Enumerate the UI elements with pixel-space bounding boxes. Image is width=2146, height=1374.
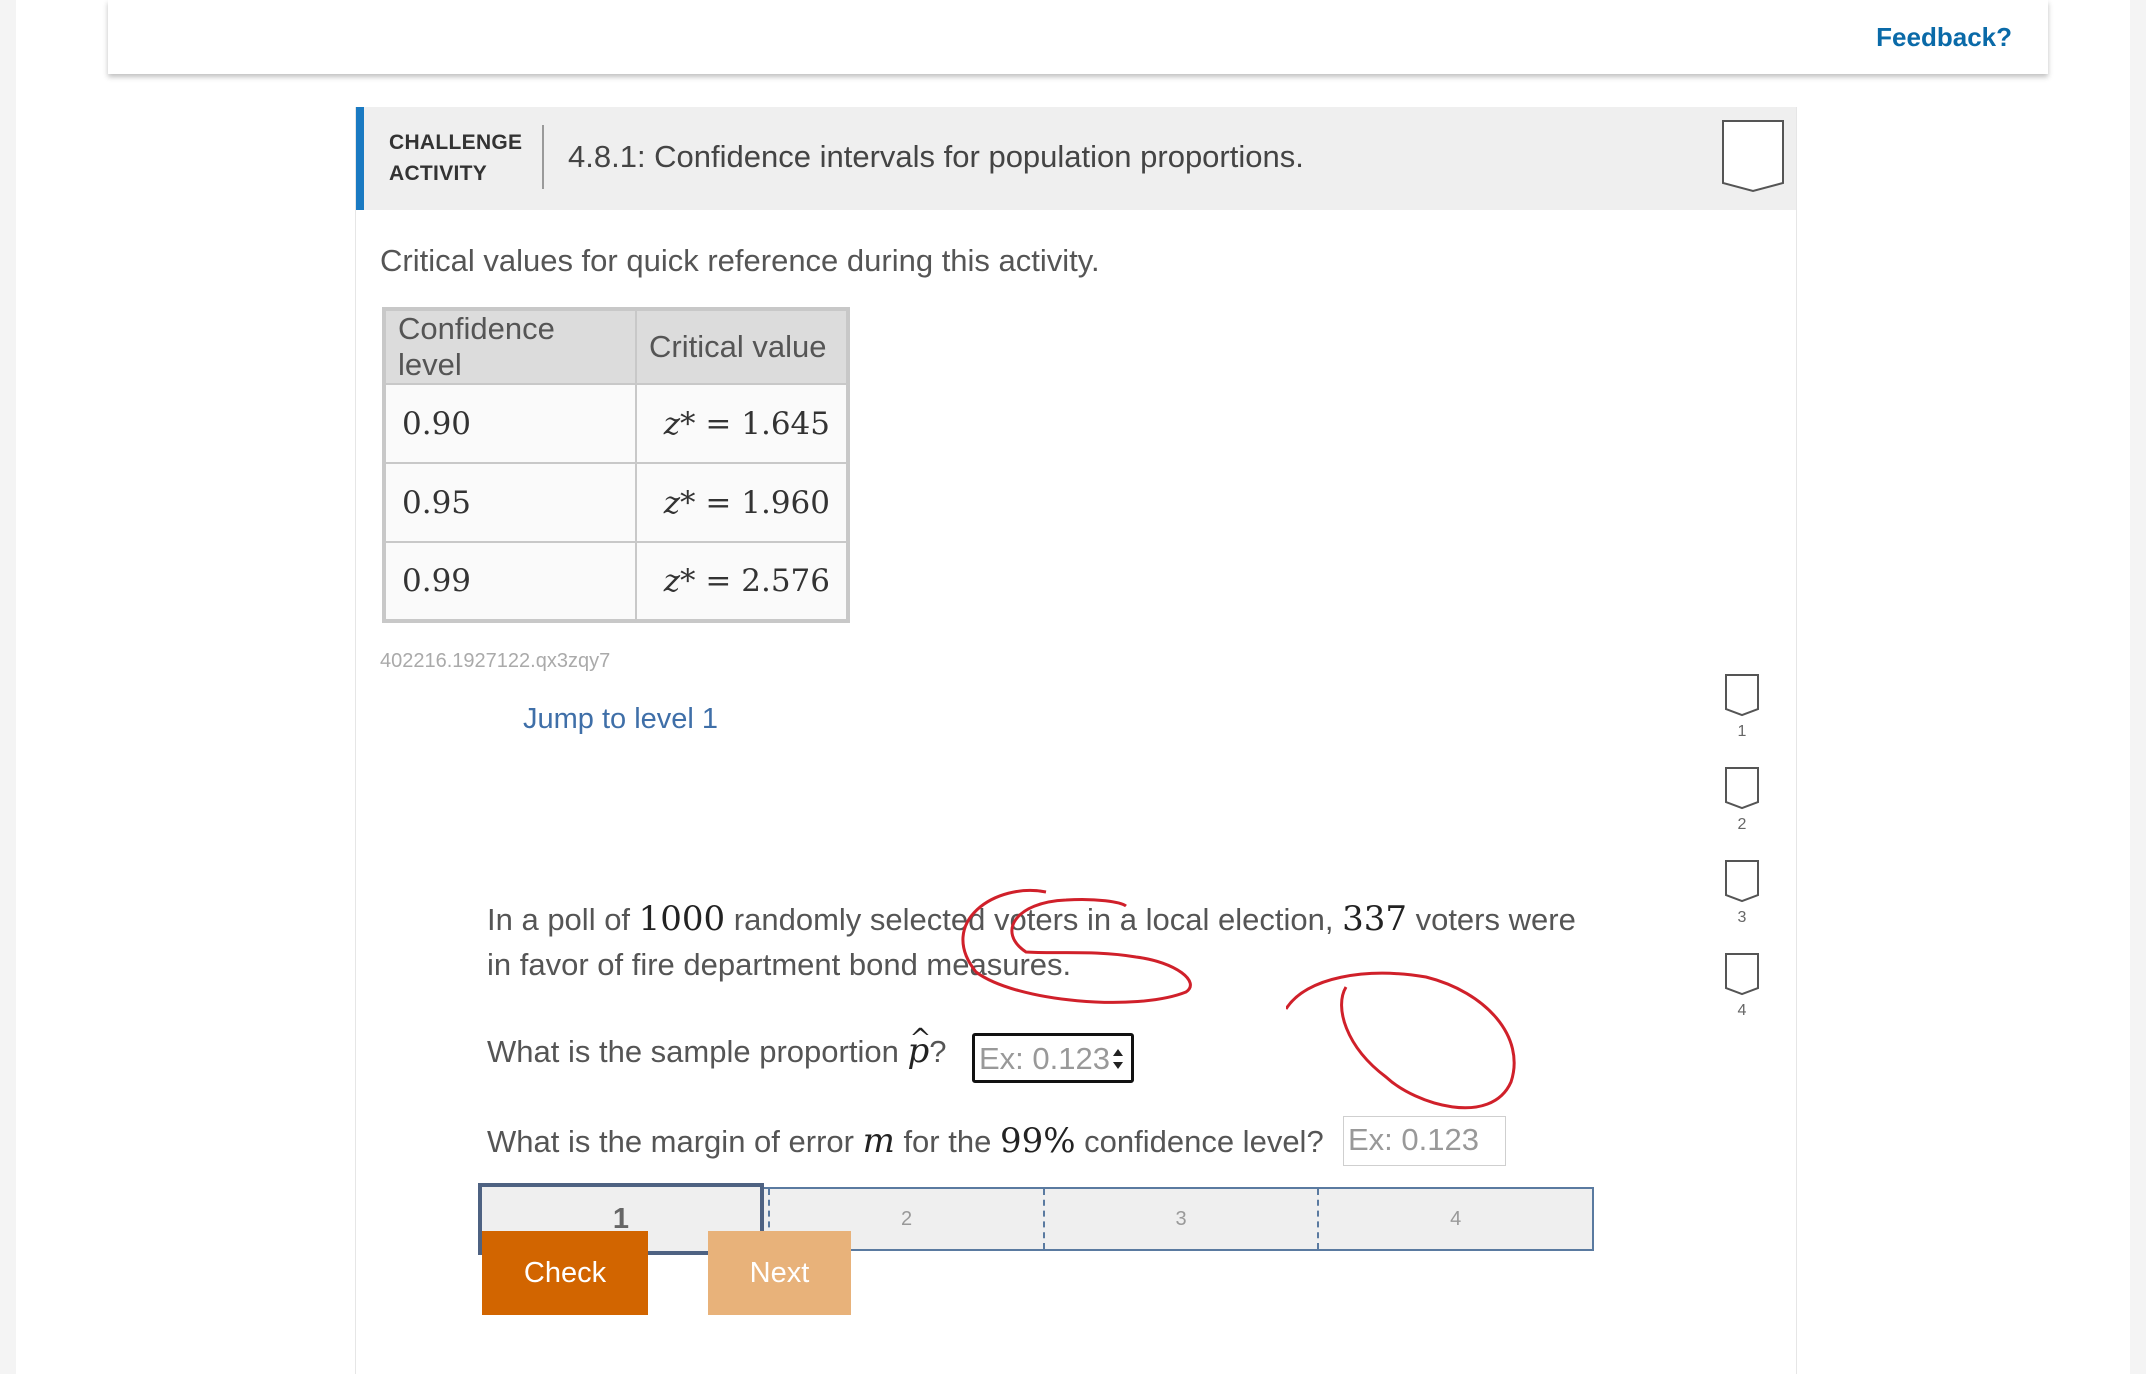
voter-count: 1000 [638, 899, 726, 939]
header-divider [542, 125, 544, 189]
step-indicator: 1 [1717, 673, 1767, 766]
step-indicator: 3 [1717, 859, 1767, 952]
z-star-symbol: z* [663, 405, 696, 442]
critical-value: 2.576 [741, 563, 830, 599]
number-spinner-icon[interactable] [1111, 1045, 1125, 1073]
confidence-level-cell: 0.90 [383, 383, 637, 464]
step-indicator: 2 [1717, 766, 1767, 859]
step-number: 3 [1737, 909, 1747, 926]
activity-type-line2: ACTIVITY [389, 162, 488, 185]
step-number: 2 [1737, 816, 1747, 833]
level-segment-4[interactable]: 4 [1317, 1189, 1592, 1249]
table-header-confidence: Confidence level [383, 308, 637, 385]
confidence-level-cell: 0.95 [383, 462, 637, 543]
z-star-symbol: z* [663, 563, 696, 599]
critical-value: 1.645 [741, 405, 830, 442]
step-badge-icon [1725, 953, 1759, 996]
step-indicator: 4 [1717, 952, 1767, 1045]
feedback-link[interactable]: Feedback? [1876, 22, 2012, 53]
sample-proportion-question: What is the sample proportion ^ p? [487, 1024, 947, 1074]
hat-accent: ^ [909, 1024, 932, 1054]
question-text-part: In a poll of [487, 902, 639, 937]
equals-sign: = [705, 405, 732, 442]
confidence-level-cell: 0.99 [383, 541, 637, 622]
table-row: 0.99 z* = 2.576 [383, 541, 849, 622]
completion-badge-icon [1722, 120, 1784, 193]
step-indicator-list: 1 2 3 4 [1717, 673, 1767, 1045]
intro-text: Critical values for quick reference duri… [380, 243, 1100, 278]
activity-type-line1: CHALLENGE [389, 131, 523, 154]
question-text-part: What is the sample proportion [487, 1034, 908, 1069]
input-placeholder: Ex: 0.123 [979, 1041, 1110, 1076]
step-badge-icon [1725, 767, 1759, 810]
table-row: 0.90 z* = 1.645 [383, 383, 849, 464]
step-badge-icon [1725, 860, 1759, 903]
jump-to-level-link[interactable]: Jump to level 1 [523, 703, 718, 736]
table-header-row: Confidence level Critical value [383, 308, 849, 385]
favor-count: 337 [1342, 899, 1407, 939]
question-text: In a poll of 1000 randomly selected vote… [487, 897, 1607, 987]
critical-values-table: Confidence level Critical value 0.90 z* … [382, 307, 850, 623]
p-hat-symbol: ^ p [907, 1024, 931, 1071]
table-row: 0.95 z* = 1.960 [383, 462, 849, 543]
step-number: 1 [1737, 723, 1747, 740]
critical-value-cell: z* = 2.576 [635, 541, 849, 622]
level-progress: 2 3 4 1 [478, 1147, 1594, 1255]
table-header-critical: Critical value [635, 308, 849, 385]
equals-sign: = [705, 563, 732, 599]
challenge-activity: CHALLENGE ACTIVITY 4.8.1: Confidence int… [355, 107, 1797, 1374]
next-button[interactable]: Next [708, 1231, 851, 1315]
critical-value-cell: z* = 1.960 [635, 462, 849, 543]
check-button[interactable]: Check [482, 1231, 648, 1315]
sample-proportion-input[interactable]: Ex: 0.123 [972, 1033, 1134, 1083]
equals-sign: = [705, 484, 732, 521]
question-text-part: ? [929, 1034, 947, 1069]
z-star-symbol: z* [663, 484, 696, 521]
activity-title: 4.8.1: Confidence intervals for populati… [568, 139, 1304, 174]
critical-value-cell: z* = 1.645 [635, 383, 849, 464]
critical-value: 1.960 [741, 484, 830, 521]
activity-id: 402216.1927122.qx3zqy7 [380, 650, 611, 672]
question-text-part: randomly selected voters in a local elec… [725, 902, 1343, 937]
step-badge-icon [1725, 674, 1759, 717]
top-bar: Feedback? [108, 0, 2048, 74]
activity-type-label: CHALLENGE ACTIVITY [389, 127, 522, 189]
activity-header: CHALLENGE ACTIVITY 4.8.1: Confidence int… [356, 107, 1796, 210]
level-segment-3[interactable]: 3 [1042, 1189, 1318, 1249]
step-number: 4 [1737, 1002, 1747, 1019]
